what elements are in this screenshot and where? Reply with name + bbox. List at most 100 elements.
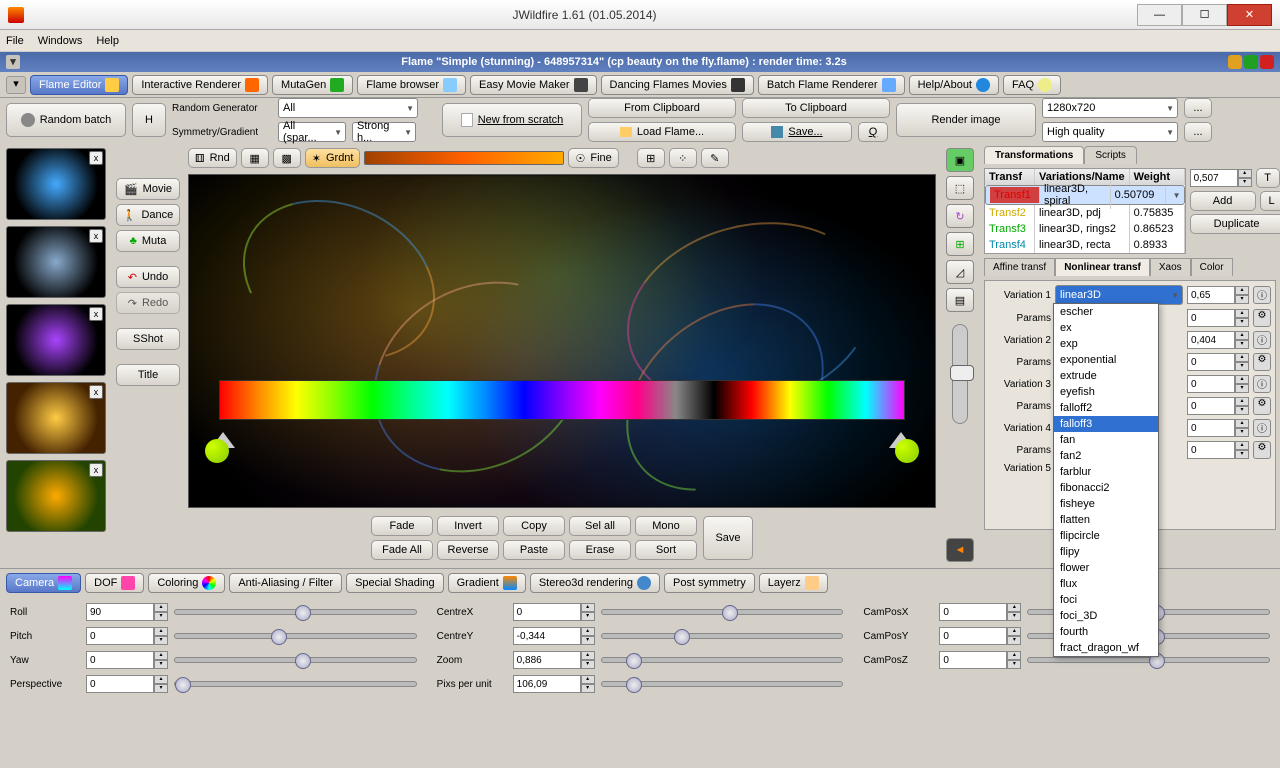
- persp-slider[interactable]: [174, 681, 417, 687]
- gradient-handle-right[interactable]: [895, 439, 919, 463]
- dropdown-option[interactable]: fourth: [1054, 624, 1158, 640]
- tool-speaker[interactable]: ◄: [946, 538, 974, 562]
- cy-spinner[interactable]: ▴▾: [513, 627, 595, 645]
- thumbnail[interactable]: x: [6, 226, 106, 298]
- reverse-button[interactable]: Reverse: [437, 540, 499, 560]
- erase-button[interactable]: Erase: [569, 540, 631, 560]
- movie-button[interactable]: 🎬Movie: [116, 178, 180, 200]
- to-clipboard-button[interactable]: To Clipboard: [742, 98, 890, 118]
- weight-spinner[interactable]: ▴▾: [1190, 169, 1252, 187]
- gear-icon[interactable]: ⚙: [1253, 441, 1271, 459]
- gear-icon[interactable]: ⚙: [1253, 397, 1271, 415]
- res-more-button[interactable]: ...: [1184, 98, 1212, 118]
- from-clipboard-button[interactable]: From Clipboard: [588, 98, 736, 118]
- gradient-handle-left[interactable]: [205, 439, 229, 463]
- tab-interactive-renderer[interactable]: Interactive Renderer: [132, 75, 268, 95]
- fine-button[interactable]: ☉Fine: [568, 148, 618, 168]
- btab-aa[interactable]: Anti-Aliasing / Filter: [229, 573, 342, 593]
- tab-mutagen[interactable]: MutaGen: [272, 75, 353, 95]
- invert-button[interactable]: Invert: [437, 516, 499, 536]
- zoom-slider-h[interactable]: [601, 657, 844, 663]
- tab-transformations[interactable]: Transformations: [984, 146, 1084, 164]
- tab-dancing-flames[interactable]: Dancing Flames Movies: [601, 75, 754, 95]
- tab-flame-browser[interactable]: Flame browser: [357, 75, 466, 95]
- thumb-close-icon[interactable]: x: [89, 229, 103, 243]
- dropdown-option[interactable]: escher: [1054, 304, 1158, 320]
- btab-coloring[interactable]: Coloring: [148, 573, 225, 593]
- pitch-spinner[interactable]: ▴▾: [86, 627, 168, 645]
- ppu-slider[interactable]: [601, 681, 844, 687]
- gradient-preview-bar[interactable]: [364, 151, 564, 165]
- thumb-close-icon[interactable]: x: [89, 307, 103, 321]
- variation1-value[interactable]: ▴▾: [1187, 286, 1249, 304]
- q-button[interactable]: Q: [858, 122, 888, 142]
- internal-minimize-icon[interactable]: [1228, 55, 1242, 69]
- dropdown-option[interactable]: foci: [1054, 592, 1158, 608]
- tool-button-2[interactable]: ▩: [273, 148, 301, 168]
- zoom-spinner[interactable]: ▴▾: [513, 651, 595, 669]
- dropdown-option[interactable]: fract_dragon_wf: [1054, 640, 1158, 656]
- symmetry-select[interactable]: All (spar...: [278, 122, 346, 142]
- paste-button[interactable]: Paste: [503, 540, 565, 560]
- dropdown-option[interactable]: foci_3D: [1054, 608, 1158, 624]
- thumbnail[interactable]: x: [6, 382, 106, 454]
- cx-spinner[interactable]: ▴▾: [513, 603, 595, 621]
- roll-spinner[interactable]: ▴▾: [86, 603, 168, 621]
- tool-transform[interactable]: ◿: [946, 260, 974, 284]
- fade-button[interactable]: Fade: [371, 516, 433, 536]
- dropdown-option[interactable]: fisheye: [1054, 496, 1158, 512]
- h-button[interactable]: H: [132, 103, 166, 137]
- canvas[interactable]: [188, 174, 936, 508]
- btab-layerz[interactable]: Layerz: [759, 573, 828, 593]
- tool-button-1[interactable]: ▦: [241, 148, 269, 168]
- dropdown-option[interactable]: fan2: [1054, 448, 1158, 464]
- table-row[interactable]: Transf3linear3D, rings20.86523: [985, 221, 1185, 237]
- menu-windows[interactable]: Windows: [38, 35, 83, 47]
- persp-spinner[interactable]: ▴▾: [86, 675, 168, 693]
- quality-more-button[interactable]: ...: [1184, 122, 1212, 142]
- tab-scripts[interactable]: Scripts: [1084, 146, 1137, 164]
- yaw-spinner[interactable]: ▴▾: [86, 651, 168, 669]
- table-row[interactable]: Transf1linear3D, spiral0.50709: [985, 185, 1185, 205]
- menu-help[interactable]: Help: [96, 35, 119, 47]
- btab-stereo[interactable]: Stereo3d rendering: [530, 573, 660, 593]
- menu-file[interactable]: File: [6, 35, 24, 47]
- close-button[interactable]: ✕: [1227, 4, 1272, 26]
- quality-select[interactable]: High quality: [1042, 122, 1178, 142]
- variation2-value[interactable]: ▴▾: [1187, 331, 1249, 349]
- thumb-close-icon[interactable]: x: [89, 463, 103, 477]
- cpz-slider[interactable]: [1027, 657, 1270, 663]
- tool-layers[interactable]: ▤: [946, 288, 974, 312]
- variation-dropdown[interactable]: escherexexpexponentialextrudeeyefishfall…: [1053, 303, 1159, 657]
- info-icon[interactable]: ⓘ: [1253, 286, 1271, 304]
- variation3-value[interactable]: ▴▾: [1187, 375, 1249, 393]
- ppu-spinner[interactable]: ▴▾: [513, 675, 595, 693]
- dropdown-option[interactable]: exp: [1054, 336, 1158, 352]
- btab-postsym[interactable]: Post symmetry: [664, 573, 755, 593]
- l-button[interactable]: L: [1260, 191, 1280, 211]
- rnd-button[interactable]: ⚅Rnd: [188, 148, 237, 168]
- tool-select[interactable]: ⬚: [946, 176, 974, 200]
- selall-button[interactable]: Sel all: [569, 516, 631, 536]
- params3-value[interactable]: ▴▾: [1187, 397, 1249, 415]
- sshot-button[interactable]: SShot: [116, 328, 180, 350]
- minimize-button[interactable]: —: [1137, 4, 1182, 26]
- tool-button-4[interactable]: ⁘: [669, 148, 697, 168]
- params2-value[interactable]: ▴▾: [1187, 353, 1249, 371]
- muta-button[interactable]: ♣Muta: [116, 230, 180, 252]
- btab-dof[interactable]: DOF: [85, 573, 144, 593]
- internal-maximize-icon[interactable]: [1244, 55, 1258, 69]
- gradient-save-button[interactable]: Save: [703, 516, 753, 560]
- gradient-editor-strip[interactable]: [219, 380, 905, 420]
- subtab-affine[interactable]: Affine transf: [984, 258, 1055, 276]
- table-row[interactable]: Transf4linear3D, recta0.8933: [985, 237, 1185, 253]
- tool-rotate[interactable]: ↻: [946, 204, 974, 228]
- random-gen-select[interactable]: All: [278, 98, 418, 118]
- redo-button[interactable]: ↷Redo: [116, 292, 180, 314]
- dropdown-option[interactable]: ex: [1054, 320, 1158, 336]
- maximize-button[interactable]: ☐: [1182, 4, 1227, 26]
- tool-button-5[interactable]: ✎: [701, 148, 729, 168]
- copy-button[interactable]: Copy: [503, 516, 565, 536]
- dropdown-option[interactable]: extrude: [1054, 368, 1158, 384]
- dropdown-option[interactable]: fan: [1054, 432, 1158, 448]
